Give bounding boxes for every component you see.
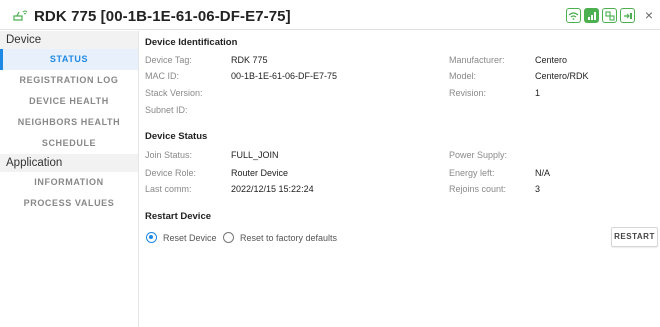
power-input-icon[interactable] (620, 8, 635, 23)
reset-device-radio-label[interactable]: Reset Device (163, 233, 217, 243)
sidebar-item-neighbors-health[interactable]: NEIGHBORS HEALTH (0, 112, 138, 133)
window-titlebar: RDK 775 [00-1B-1E-61-06-DF-E7-75] × (0, 0, 660, 30)
window-title: RDK 775 [00-1B-1E-61-06-DF-E7-75] (34, 8, 291, 25)
sidebar-section-device: Device (0, 31, 138, 49)
device-signal-icon (13, 10, 28, 21)
sidebar-item-information[interactable]: INFORMATION (0, 172, 138, 193)
mac-id-label: MAC ID: (145, 71, 180, 81)
energy-left-label: Energy left: (449, 168, 495, 178)
energy-left-value: N/A (535, 168, 551, 178)
sidebar-item-registration-log[interactable]: REGISTRATION LOG (0, 70, 138, 91)
device-role-value: Router Device (231, 168, 289, 178)
sidebar-item-device-health[interactable]: DEVICE HEALTH (0, 91, 138, 112)
manufacturer-label: Manufacturer: (449, 55, 505, 65)
model-label: Model: (449, 71, 477, 81)
subnet-id-label: Subnet ID: (145, 105, 188, 115)
last-comm-label: Last comm: (145, 184, 192, 194)
last-comm-value: 2022/12/15 15:22:24 (231, 184, 314, 194)
device-tag-label: Device Tag: (145, 55, 192, 65)
model-value: Centero/RDK (535, 71, 589, 81)
restart-device-heading: Restart Device (145, 211, 212, 222)
device-role-label: Device Role: (145, 168, 197, 178)
factory-reset-radio-label[interactable]: Reset to factory defaults (240, 233, 337, 243)
sidebar-item-schedule[interactable]: SCHEDULE (0, 133, 138, 154)
wifi-ok-icon[interactable] (566, 8, 581, 23)
join-status-value: FULL_JOIN (231, 150, 279, 160)
device-identification-heading: Device Identification (145, 37, 238, 48)
device-status-heading: Device Status (145, 131, 208, 142)
sidebar: Device STATUS REGISTRATION LOG DEVICE HE… (0, 31, 139, 327)
sidebar-item-status[interactable]: STATUS (0, 49, 138, 70)
sidebar-item-process-values[interactable]: PROCESS VALUES (0, 193, 138, 214)
restart-button[interactable]: RESTART (611, 227, 658, 247)
revision-value: 1 (535, 88, 541, 98)
revision-label: Revision: (449, 88, 487, 98)
signal-bars-icon[interactable] (584, 8, 599, 23)
close-icon[interactable]: × (643, 8, 655, 22)
rejoins-count-label: Rejoins count: (449, 184, 507, 194)
manufacturer-value: Centero (535, 55, 568, 65)
power-supply-label: Power Supply: (449, 150, 508, 160)
network-icon[interactable] (602, 8, 617, 23)
status-icon-group (566, 8, 635, 23)
rejoins-count-value: 3 (535, 184, 541, 194)
device-tag-value: RDK 775 (231, 55, 268, 65)
reset-device-radio[interactable] (146, 232, 157, 243)
factory-reset-radio[interactable] (223, 232, 234, 243)
mac-id-value: 00-1B-1E-61-06-DF-E7-75 (231, 71, 338, 81)
sidebar-section-application: Application (0, 154, 138, 172)
join-status-label: Join Status: (145, 150, 193, 160)
stack-version-label: Stack Version: (145, 88, 203, 98)
